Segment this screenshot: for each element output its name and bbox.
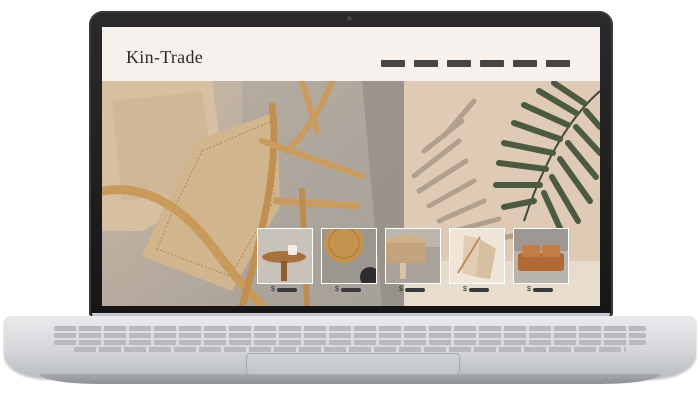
product-card[interactable]: $ <box>513 228 569 293</box>
key-row <box>74 347 626 352</box>
product-image-side-table[interactable] <box>257 228 313 284</box>
nav-item[interactable] <box>546 60 570 67</box>
product-list: $ $ $ $ $ <box>257 228 569 293</box>
product-card[interactable]: $ <box>321 228 377 293</box>
currency-symbol: $ <box>527 286 531 293</box>
product-image-tray[interactable] <box>321 228 377 284</box>
laptop-base-edge <box>40 374 660 384</box>
product-price: $ <box>449 286 505 293</box>
main-nav <box>381 60 570 67</box>
webcam-icon <box>347 16 352 21</box>
currency-symbol: $ <box>399 286 403 293</box>
currency-symbol: $ <box>463 286 467 293</box>
product-image-chair[interactable] <box>449 228 505 284</box>
key-row <box>54 333 646 338</box>
wooden-tray-icon <box>322 229 376 283</box>
key-row <box>54 326 646 331</box>
site-logo[interactable]: Kin-Trade <box>126 47 203 68</box>
hero-banner: $ $ $ $ $ <box>102 81 600 306</box>
product-image-sofa[interactable] <box>513 228 569 284</box>
key-row <box>54 340 646 345</box>
product-image-stool[interactable] <box>385 228 441 284</box>
currency-symbol: $ <box>271 286 275 293</box>
side-table-icon <box>258 229 312 283</box>
linen-chair-icon <box>450 229 504 283</box>
nav-item[interactable] <box>414 60 438 67</box>
product-price: $ <box>257 286 313 293</box>
product-card[interactable]: $ <box>257 228 313 293</box>
product-price: $ <box>321 286 377 293</box>
nav-item[interactable] <box>513 60 537 67</box>
nav-item[interactable] <box>447 60 471 67</box>
currency-symbol: $ <box>335 286 339 293</box>
price-placeholder <box>404 288 425 292</box>
price-placeholder <box>340 288 361 292</box>
price-placeholder <box>276 288 297 292</box>
nav-item[interactable] <box>480 60 504 67</box>
product-price: $ <box>385 286 441 293</box>
nav-item[interactable] <box>381 60 405 67</box>
product-card[interactable]: $ <box>385 228 441 293</box>
product-price: $ <box>513 286 569 293</box>
price-placeholder <box>468 288 489 292</box>
woven-stool-icon <box>386 229 440 283</box>
trackpad <box>246 353 460 375</box>
laptop-screen: Kin-Trade $ $ $ $ $ <box>102 27 600 306</box>
product-card[interactable]: $ <box>449 228 505 293</box>
site-header: Kin-Trade <box>102 27 600 81</box>
price-placeholder <box>532 288 553 292</box>
keyboard <box>54 326 646 352</box>
sofa-icon <box>514 229 568 283</box>
